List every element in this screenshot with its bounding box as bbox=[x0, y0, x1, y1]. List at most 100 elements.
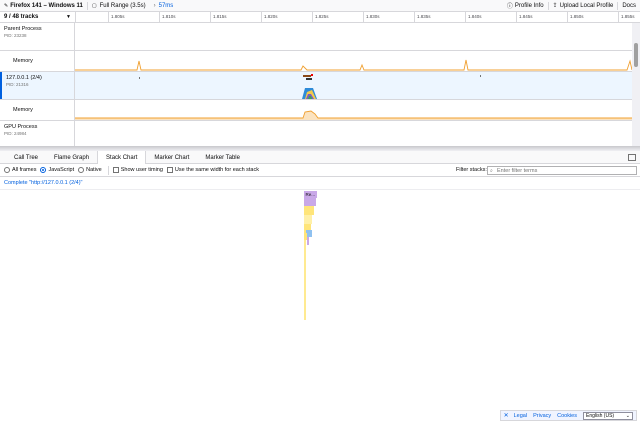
ruler-tick: 1.815s bbox=[210, 12, 227, 23]
upload-button[interactable]: ⇪ Upload Local Profile bbox=[549, 0, 618, 12]
upload-icon: ⇪ bbox=[552, 3, 558, 9]
tab-call-tree[interactable]: Call Tree bbox=[6, 151, 46, 164]
track-label[interactable]: Memory bbox=[0, 51, 75, 71]
show-user-timing-checkbox[interactable]: Show user timing bbox=[112, 167, 163, 173]
track-name: 127.0.0.1 (2/4) bbox=[6, 75, 42, 81]
memory-graph[interactable] bbox=[75, 51, 633, 71]
tab-flame-graph[interactable]: Flame Graph bbox=[46, 151, 97, 164]
close-icon[interactable]: ✕ bbox=[504, 412, 509, 419]
chevron-right-icon: › bbox=[153, 2, 156, 9]
tick-marker bbox=[303, 75, 311, 77]
breadcrumb-zoom[interactable]: › 57ms bbox=[150, 0, 178, 12]
ruler-tick-label: 1.815s bbox=[213, 14, 227, 19]
profile-name-button[interactable]: ✎ Firefox 141 – Windows 11 bbox=[0, 0, 87, 12]
stack-frame bbox=[304, 240, 306, 320]
radio-icon bbox=[78, 167, 85, 173]
divider bbox=[107, 165, 109, 175]
track-parent-process[interactable]: Parent Process PID: 23238 bbox=[0, 23, 632, 51]
ruler-tick-label: 1.855s bbox=[621, 14, 635, 19]
ruler-tick-label: 1.850s bbox=[570, 14, 584, 19]
track-gpu-process[interactable]: GPU Process PID: 24984 bbox=[0, 121, 632, 146]
breadcrumb-full-range[interactable]: ▢ Full Range (3.5s) bbox=[88, 0, 150, 12]
filter-stacks-input[interactable] bbox=[487, 166, 637, 175]
track-graph[interactable] bbox=[75, 121, 632, 146]
ruler-tick: 1.855s bbox=[618, 12, 635, 23]
ruler-tick: 1.805s bbox=[108, 12, 125, 23]
home-icon: ▢ bbox=[91, 2, 97, 9]
track-pid: PID: 23238 bbox=[4, 33, 27, 38]
track-label[interactable]: Memory bbox=[0, 100, 75, 120]
tick-marker bbox=[480, 75, 481, 77]
top-bar: ✎ Firefox 141 – Windows 11 ▢ Full Range … bbox=[0, 0, 640, 12]
activity-graph[interactable] bbox=[75, 72, 632, 99]
tab-marker-chart[interactable]: Marker Chart bbox=[146, 151, 197, 164]
sidebar-toggle-icon[interactable] bbox=[628, 154, 636, 161]
language-select[interactable]: English (US) ⌄ bbox=[583, 411, 633, 420]
javascript-radio[interactable]: JavaScript bbox=[40, 167, 74, 173]
chevron-down-icon: ⌄ bbox=[625, 412, 630, 419]
ruler-tick-label: 1.820s bbox=[264, 14, 278, 19]
profile-info-button[interactable]: ⓘ Profile Info bbox=[503, 0, 548, 12]
track-graph[interactable] bbox=[75, 23, 632, 50]
ruler-tick-label: 1.840s bbox=[468, 14, 482, 19]
tick-marker bbox=[311, 74, 313, 76]
tab-stack-chart[interactable]: Stack Chart bbox=[97, 151, 147, 165]
legal-link[interactable]: Legal bbox=[514, 413, 527, 419]
profile-title: Firefox 141 – Windows 11 bbox=[10, 2, 83, 9]
triangle-down-icon[interactable]: ▼ bbox=[66, 14, 71, 20]
stack-settings-bar: All frames JavaScript Native Show user t… bbox=[0, 164, 640, 177]
scrollbar-thumb[interactable] bbox=[634, 43, 638, 67]
same-width-checkbox[interactable]: Use the same width for each stack bbox=[166, 167, 259, 173]
native-radio[interactable]: Native bbox=[78, 167, 102, 173]
stack-breadcrumb[interactable]: Complete "http://127.0.0.1 (2/4)" bbox=[4, 180, 83, 186]
memory-graph[interactable] bbox=[75, 100, 632, 120]
memory-graph-svg bbox=[75, 110, 632, 120]
tracks-scrollbar[interactable] bbox=[632, 23, 640, 146]
ruler-tick-label: 1.825s bbox=[315, 14, 329, 19]
radio-checked-icon bbox=[40, 167, 47, 173]
ruler-tick: 1.840s bbox=[465, 12, 482, 23]
track-content-memory[interactable]: Memory bbox=[0, 100, 632, 121]
track-name: Memory bbox=[13, 58, 33, 64]
ruler-tick: 1.810s bbox=[159, 12, 176, 23]
track-name: GPU Process bbox=[4, 124, 38, 130]
ruler-tick-label: 1.810s bbox=[162, 14, 176, 19]
all-frames-radio[interactable]: All frames bbox=[4, 167, 36, 173]
track-name: Memory bbox=[13, 107, 33, 113]
track-parent-memory[interactable]: Memory bbox=[0, 51, 633, 72]
track-name: Parent Process bbox=[4, 26, 42, 32]
ruler-tick-label: 1.805s bbox=[111, 14, 125, 19]
pencil-icon: ✎ bbox=[4, 2, 9, 9]
ruler-tick: 1.835s bbox=[414, 12, 431, 23]
ruler-tick-label: 1.835s bbox=[417, 14, 431, 19]
stack-frame bbox=[304, 215, 312, 224]
stack-frame bbox=[307, 237, 309, 245]
stack-frame bbox=[304, 198, 316, 206]
tab-marker-table[interactable]: Marker Table bbox=[197, 151, 248, 164]
ruler-tick-label: 1.845s bbox=[519, 14, 533, 19]
stack-chart[interactable]: Re... bbox=[0, 189, 640, 409]
timeline: 9 / 48 tracks ▼ 1.805s 1.810s 1.815s 1.820s… bbox=[0, 12, 640, 146]
timeline-ruler-row: 9 / 48 tracks ▼ 1.805s 1.810s 1.815s 1.820s… bbox=[0, 12, 640, 23]
track-label[interactable]: GPU Process PID: 24984 bbox=[0, 121, 75, 146]
ruler-tick: 1.830s bbox=[363, 12, 380, 23]
docs-button[interactable]: Docs bbox=[618, 0, 640, 12]
filter-label: Filter stacks: bbox=[456, 167, 487, 173]
privacy-link[interactable]: Privacy bbox=[533, 413, 551, 419]
memory-line bbox=[75, 110, 632, 119]
track-count-button[interactable]: 9 / 48 tracks bbox=[4, 14, 38, 20]
tick-marker bbox=[139, 77, 140, 79]
memory-graph-svg bbox=[75, 59, 633, 71]
track-label[interactable]: Parent Process PID: 23238 bbox=[0, 23, 75, 50]
track-content-process[interactable]: 127.0.0.1 (2/4) PID: 21316 bbox=[0, 72, 632, 100]
ruler-tick: 1.845s bbox=[516, 12, 533, 23]
details-tabbar: Call Tree Flame Graph Stack Chart Marker Ch… bbox=[0, 151, 640, 165]
track-label[interactable]: 127.0.0.1 (2/4) PID: 21316 bbox=[0, 72, 75, 99]
track-pid: PID: 24984 bbox=[4, 131, 27, 136]
ruler-tick-label: 1.830s bbox=[366, 14, 380, 19]
cookies-link[interactable]: Cookies bbox=[557, 413, 577, 419]
ruler-tick: 1.850s bbox=[567, 12, 584, 23]
track-pid: PID: 21316 bbox=[6, 82, 29, 87]
timeline-ruler: 1.805s 1.810s 1.815s 1.820s 1.825s 1.830s 1.83… bbox=[75, 12, 635, 23]
search-icon: ⌕ bbox=[490, 168, 493, 174]
